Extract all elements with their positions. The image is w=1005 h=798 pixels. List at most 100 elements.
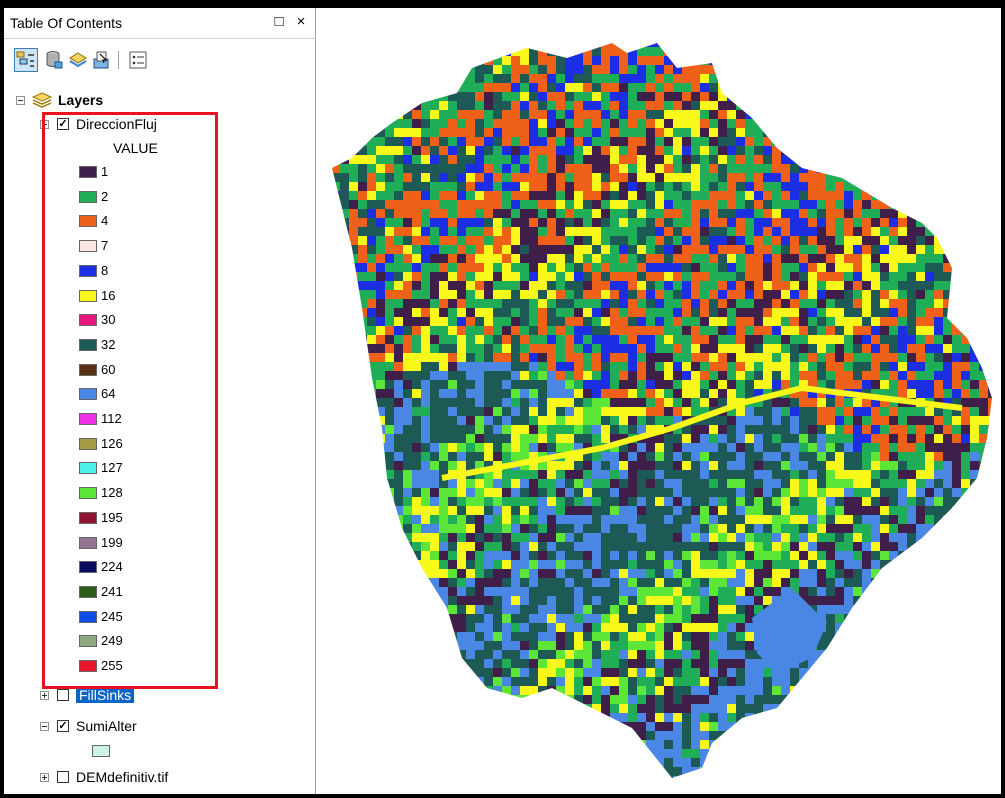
raster-cell bbox=[826, 407, 835, 416]
raster-cell bbox=[619, 110, 628, 119]
raster-cell bbox=[412, 254, 421, 263]
layer-row-fillsinks[interactable]: FillSinks bbox=[40, 683, 135, 707]
legend-swatch[interactable] bbox=[79, 635, 97, 648]
raster-cell bbox=[844, 335, 853, 344]
layer-name[interactable]: DEMdefinitiv.tif bbox=[76, 769, 168, 785]
layer-visibility-checkbox[interactable] bbox=[57, 689, 69, 701]
legend-swatch[interactable] bbox=[79, 338, 97, 351]
layer-visibility-checkbox[interactable] bbox=[57, 771, 69, 783]
raster-cell bbox=[844, 425, 853, 434]
raster-cell bbox=[808, 92, 817, 101]
list-by-source-button[interactable] bbox=[42, 48, 66, 72]
raster-cell bbox=[709, 236, 718, 245]
flow-direction-raster-map[interactable] bbox=[322, 8, 1001, 794]
layer-row-direccionfluj[interactable]: ✓ DireccionFluj bbox=[40, 112, 157, 136]
legend-swatch[interactable] bbox=[79, 264, 97, 277]
raster-cell bbox=[430, 362, 439, 371]
legend-swatch[interactable] bbox=[79, 166, 97, 178]
raster-cell bbox=[709, 65, 718, 74]
layers-root-row[interactable]: Layers bbox=[16, 88, 103, 112]
raster-cell bbox=[475, 155, 484, 164]
raster-cell bbox=[997, 416, 1001, 425]
layer-name[interactable]: FillSinks bbox=[76, 687, 135, 703]
raster-cell bbox=[475, 479, 484, 488]
raster-cell bbox=[817, 479, 826, 488]
legend-swatch[interactable] bbox=[79, 462, 97, 475]
raster-cell bbox=[997, 362, 1001, 371]
layer-row-demdefinitiv[interactable]: DEMdefinitiv.tif bbox=[40, 765, 168, 789]
raster-cell bbox=[907, 452, 916, 461]
legend-swatch[interactable] bbox=[79, 363, 97, 376]
raster-cell bbox=[889, 101, 898, 110]
raster-cell bbox=[529, 128, 538, 137]
map-display[interactable] bbox=[322, 8, 1001, 794]
raster-cell bbox=[934, 461, 943, 470]
legend-swatch[interactable] bbox=[79, 660, 97, 672]
options-button[interactable] bbox=[126, 48, 150, 72]
list-by-visibility-button[interactable] bbox=[66, 48, 90, 72]
layer-name[interactable]: SumiAlter bbox=[76, 718, 137, 734]
raster-cell bbox=[610, 236, 619, 245]
raster-cell bbox=[367, 542, 376, 551]
raster-cell bbox=[799, 56, 808, 65]
restore-icon[interactable]: □ bbox=[270, 12, 288, 32]
raster-cell bbox=[547, 101, 556, 110]
raster-cell bbox=[979, 353, 988, 362]
legend-swatch[interactable] bbox=[79, 610, 97, 623]
list-by-selection-button[interactable] bbox=[90, 48, 114, 72]
list-by-drawing-order-button[interactable] bbox=[14, 48, 38, 72]
raster-cell bbox=[547, 461, 556, 470]
raster-cell bbox=[952, 182, 961, 191]
raster-cell bbox=[583, 173, 592, 182]
raster-cell bbox=[952, 353, 961, 362]
layer-row-sumialter[interactable]: ✓ SumiAlter bbox=[40, 714, 137, 738]
raster-cell bbox=[484, 128, 493, 137]
raster-cell bbox=[961, 155, 970, 164]
legend-swatch[interactable] bbox=[79, 314, 97, 327]
legend-swatch[interactable] bbox=[79, 215, 97, 228]
raster-cell bbox=[538, 173, 547, 182]
raster-cell bbox=[673, 605, 682, 614]
raster-cell bbox=[520, 254, 529, 263]
legend-swatch[interactable] bbox=[79, 240, 97, 253]
legend-swatch[interactable] bbox=[79, 561, 97, 574]
raster-cell bbox=[358, 587, 367, 596]
raster-cell bbox=[835, 578, 844, 587]
raster-cell bbox=[862, 128, 871, 137]
raster-cell bbox=[718, 200, 727, 209]
raster-cell bbox=[610, 614, 619, 623]
raster-cell bbox=[385, 155, 394, 164]
legend-swatch[interactable] bbox=[79, 413, 97, 425]
close-icon[interactable]: × bbox=[292, 12, 310, 32]
raster-cell bbox=[340, 335, 349, 344]
legend-swatch[interactable] bbox=[79, 437, 97, 450]
raster-cell bbox=[484, 83, 493, 92]
collapse-icon[interactable] bbox=[16, 95, 25, 105]
raster-cell bbox=[925, 461, 934, 470]
collapse-icon[interactable] bbox=[40, 119, 49, 129]
raster-cell bbox=[934, 43, 943, 47]
raster-cell bbox=[817, 308, 826, 317]
layer-visibility-checkbox[interactable]: ✓ bbox=[57, 118, 69, 130]
layer-name[interactable]: DireccionFluj bbox=[76, 116, 157, 132]
raster-cell bbox=[925, 434, 934, 443]
legend-swatch[interactable] bbox=[79, 585, 97, 598]
legend-swatch[interactable] bbox=[79, 190, 97, 203]
legend-swatch[interactable] bbox=[79, 388, 97, 401]
raster-cell bbox=[700, 335, 709, 344]
expand-icon[interactable] bbox=[40, 690, 49, 700]
expand-icon[interactable] bbox=[40, 772, 49, 782]
raster-cell bbox=[565, 560, 574, 569]
raster-cell bbox=[889, 479, 898, 488]
raster-cell bbox=[889, 515, 898, 524]
raster-cell bbox=[565, 245, 574, 254]
legend-swatch[interactable] bbox=[79, 536, 97, 549]
layer-visibility-checkbox[interactable]: ✓ bbox=[57, 720, 69, 732]
collapse-icon[interactable] bbox=[40, 721, 49, 731]
legend-swatch[interactable] bbox=[79, 487, 97, 500]
raster-cell bbox=[898, 578, 907, 587]
legend-swatch[interactable] bbox=[79, 511, 97, 524]
raster-cell bbox=[700, 254, 709, 263]
legend-swatch[interactable] bbox=[79, 289, 97, 302]
raster-cell bbox=[772, 182, 781, 191]
